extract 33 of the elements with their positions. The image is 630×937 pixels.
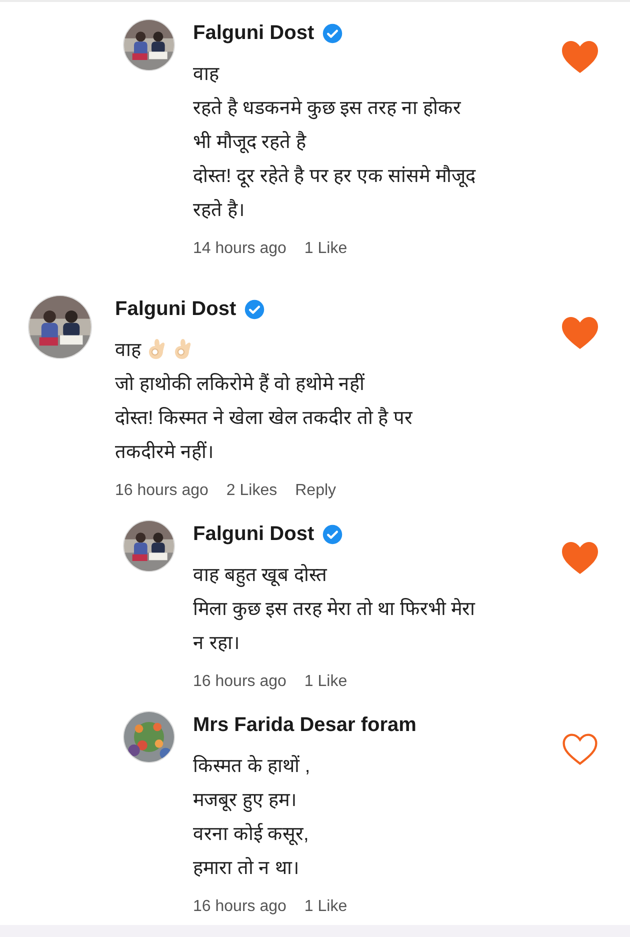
- likes-count[interactable]: 1 Like: [304, 898, 348, 916]
- like-button[interactable]: [560, 315, 600, 351]
- comment-text: मजबूर हुए हम।: [193, 789, 297, 812]
- timestamp: 14 hours ago: [193, 240, 286, 258]
- comment-text: मिला कुछ इस तरह मेरा तो था फिरभी मेरा: [193, 597, 476, 621]
- comment-text: वाह बहुत खूब दोस्त: [193, 563, 327, 587]
- timestamp: 16 hours ago: [193, 898, 286, 916]
- comment-text: रहते है धडकनमे कुछ इस तरह ना होकर: [193, 96, 461, 120]
- comment-text: हमारा तो न था।: [193, 856, 299, 880]
- like-button[interactable]: [560, 731, 600, 767]
- comment-text: वाह: [115, 339, 141, 362]
- likes-count[interactable]: 1 Like: [304, 673, 348, 691]
- comment-text: भी मौजूद रहते है: [193, 130, 306, 154]
- comment-text: तकदीरमे नहीं।: [115, 440, 214, 464]
- comment-text: वाह: [193, 63, 219, 86]
- comment-text: दोस्त! दूर रहेते है पर हर एक सांसमे मौजूद: [193, 164, 476, 188]
- comment-text: रहते है।: [193, 198, 244, 222]
- likes-count[interactable]: 1 Like: [304, 240, 348, 258]
- timestamp: 16 hours ago: [193, 673, 286, 691]
- like-button[interactable]: [560, 39, 600, 75]
- timestamp: 16 hours ago: [115, 482, 208, 500]
- likes-count[interactable]: 2 Likes: [226, 482, 278, 500]
- like-button[interactable]: [560, 540, 600, 576]
- comment-text: दोस्त! किस्मत ने खेला खेल तकदीर तो है पर: [115, 406, 413, 430]
- reply-link[interactable]: Reply: [295, 482, 336, 500]
- comment-text: न रहा।: [193, 632, 240, 655]
- comment-text: वरना कोई कसूर,: [193, 822, 309, 846]
- author-name[interactable]: Falguni Dost: [115, 298, 236, 320]
- comment-text: किस्मत के हाथों ,: [193, 754, 310, 778]
- author-name[interactable]: Mrs Farida Desar foram: [193, 714, 416, 736]
- comment-text: जो हाथोकी लकिरोमे हैं वो हथोमे नहीं: [115, 372, 365, 396]
- author-name[interactable]: Falguni Dost: [193, 22, 314, 44]
- author-name[interactable]: Falguni Dost: [193, 522, 314, 546]
